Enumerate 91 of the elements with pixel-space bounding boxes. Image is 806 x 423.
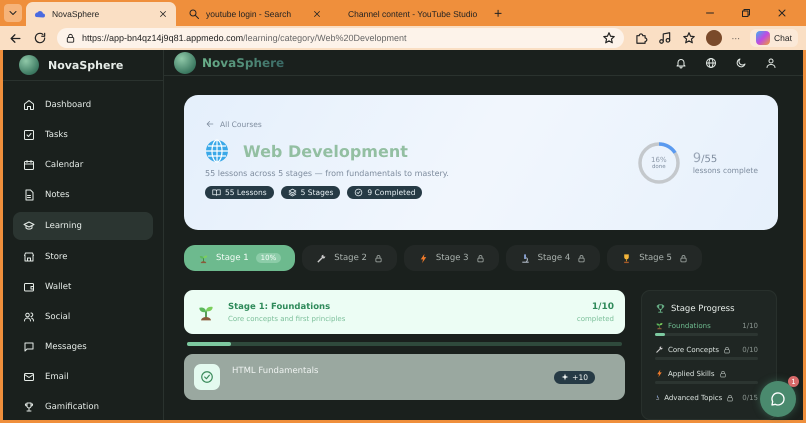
sidebar-item[interactable]: Store bbox=[13, 244, 153, 270]
wrench-icon bbox=[316, 252, 328, 264]
sidebar-item[interactable]: Learning bbox=[13, 212, 153, 240]
progress-ring bbox=[636, 140, 681, 184]
users-icon bbox=[23, 311, 35, 323]
avatar[interactable] bbox=[706, 30, 722, 46]
cloud-icon bbox=[34, 8, 46, 20]
checkbox-icon bbox=[23, 129, 35, 141]
document-icon bbox=[23, 189, 35, 201]
moon-button[interactable] bbox=[735, 56, 747, 68]
chat-icon bbox=[770, 391, 786, 407]
check-icon bbox=[200, 370, 214, 384]
course-description: 55 lessons across 5 stages — from fundamentals to mastery. bbox=[205, 169, 450, 178]
stage-title: Stage 1: Foundations bbox=[228, 302, 332, 312]
search-icon bbox=[188, 8, 200, 20]
stage-count: 1/10 bbox=[592, 302, 614, 312]
sidebar-item[interactable]: Notes bbox=[13, 182, 153, 208]
user-icon bbox=[765, 56, 777, 68]
favorite-icon bbox=[602, 31, 616, 45]
brand-name: NovaSphere bbox=[202, 56, 284, 70]
extensions-icon bbox=[634, 31, 648, 45]
music-icon bbox=[658, 31, 672, 45]
sparkle-icon bbox=[561, 373, 570, 381]
moon-icon bbox=[735, 56, 747, 68]
trophy-icon bbox=[23, 401, 35, 413]
microscope-icon bbox=[655, 393, 660, 402]
lock-icon bbox=[476, 254, 485, 262]
restore-icon bbox=[740, 7, 752, 19]
refresh-icon bbox=[33, 31, 47, 45]
mail-icon bbox=[23, 371, 35, 383]
check-circle-icon bbox=[354, 188, 364, 197]
more-button[interactable]: ··· bbox=[732, 33, 740, 43]
close-icon bbox=[776, 7, 788, 19]
stage-tab[interactable]: Stage 2 bbox=[302, 245, 397, 271]
new-tab-button[interactable]: + bbox=[488, 5, 508, 21]
microscope-icon bbox=[520, 252, 531, 264]
stage-tab[interactable]: Stage 4 bbox=[506, 245, 600, 271]
browser-tab[interactable]: youtube login - Search bbox=[180, 2, 330, 26]
globe-icon bbox=[705, 56, 717, 68]
home-icon bbox=[23, 99, 35, 111]
lock-icon bbox=[678, 254, 688, 262]
course-title: Web Development bbox=[243, 142, 408, 160]
calendar-icon bbox=[23, 159, 35, 171]
sprout-icon bbox=[655, 321, 664, 330]
user-button[interactable] bbox=[765, 56, 777, 68]
sidebar-item[interactable]: Tasks bbox=[13, 122, 153, 148]
sidebar-item[interactable]: Social bbox=[13, 304, 153, 330]
close-icon bbox=[158, 9, 168, 19]
wallet-icon bbox=[23, 281, 35, 293]
sidebar-item[interactable]: Email bbox=[13, 364, 153, 390]
lock-icon bbox=[374, 254, 383, 262]
globe-button[interactable] bbox=[705, 56, 717, 68]
sidebar-item[interactable]: Calendar bbox=[13, 152, 153, 178]
lock-icon bbox=[718, 370, 727, 378]
lock-icon bbox=[723, 346, 732, 354]
logo-icon bbox=[174, 52, 196, 74]
graduation-cap-icon bbox=[23, 220, 35, 232]
bell-icon bbox=[675, 56, 687, 68]
bell-button[interactable] bbox=[675, 56, 687, 68]
browser-tab[interactable]: NovaSphere bbox=[26, 2, 176, 26]
bolt-icon bbox=[655, 369, 664, 378]
tab-list-button[interactable] bbox=[4, 4, 22, 22]
copilot-icon bbox=[756, 31, 770, 45]
lock-icon bbox=[726, 394, 734, 402]
wrench-icon bbox=[655, 345, 664, 354]
sidebar-item[interactable]: Gamification bbox=[13, 394, 153, 420]
chat-bubble-icon bbox=[23, 341, 35, 353]
lock-icon bbox=[577, 254, 586, 262]
trophy-icon bbox=[655, 303, 666, 314]
stage-tab[interactable]: Stage 3 bbox=[404, 245, 499, 271]
brand-name: NovaSphere bbox=[48, 58, 124, 72]
close-icon bbox=[312, 9, 322, 19]
back-icon bbox=[205, 119, 215, 129]
chat-button[interactable]: Chat bbox=[750, 29, 798, 47]
sprout-icon bbox=[198, 252, 209, 264]
sidebar-item[interactable]: Dashboard bbox=[13, 92, 153, 118]
lesson-title: HTML Fundamentals bbox=[232, 366, 320, 376]
book-icon bbox=[212, 188, 221, 197]
layers-icon bbox=[288, 188, 297, 197]
sidebar-item[interactable]: Wallet bbox=[13, 274, 153, 300]
panel-title: Stage Progress bbox=[671, 304, 735, 314]
lessons-count: 9/55 bbox=[692, 150, 718, 166]
logo-icon bbox=[19, 55, 39, 75]
sidebar-item[interactable]: Messages bbox=[13, 334, 153, 360]
stage-tab[interactable]: Stage 5 bbox=[607, 245, 702, 271]
favorites-icon bbox=[682, 31, 696, 45]
store-icon bbox=[23, 251, 35, 263]
browser-tab[interactable]: Channel content - YouTube Studio bbox=[334, 2, 484, 26]
lock-icon bbox=[65, 32, 76, 44]
globe-icon bbox=[205, 139, 229, 163]
address-bar[interactable]: https://app-bn4qz14j9q81.appmedo.com/learning/category/Web%20Development bbox=[57, 28, 624, 48]
